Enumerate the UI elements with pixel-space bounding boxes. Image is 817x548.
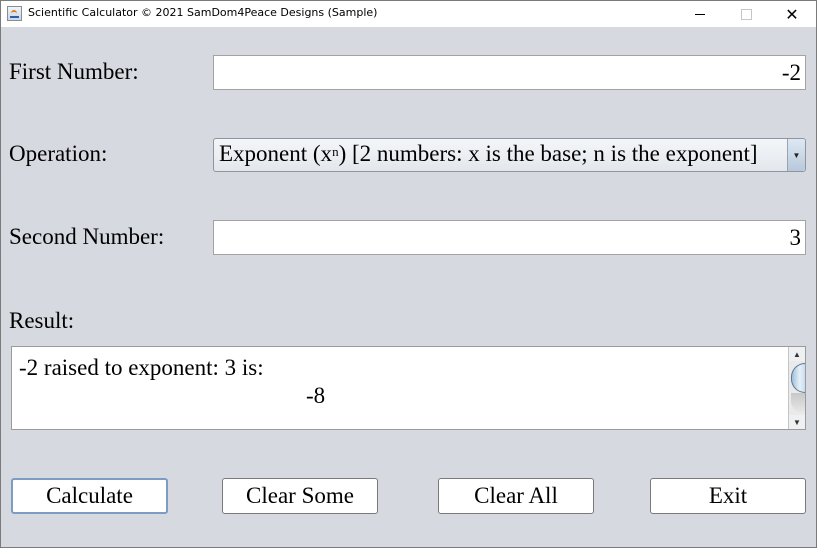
- chevron-down-icon[interactable]: ▼: [787, 139, 805, 171]
- second-number-label: Second Number:: [9, 224, 165, 249]
- window-title: Scientific Calculator © 2021 SamDom4Peac…: [28, 6, 378, 19]
- operation-dropdown[interactable]: Exponent (xn) [2 numbers: x is the base;…: [213, 138, 806, 172]
- minimize-button[interactable]: [677, 1, 723, 27]
- clear-all-button[interactable]: Clear All: [438, 478, 594, 514]
- title-bar: Scientific Calculator © 2021 SamDom4Peac…: [1, 1, 816, 27]
- second-number-input[interactable]: 3: [213, 220, 806, 255]
- maximize-button[interactable]: [723, 1, 769, 27]
- maximize-icon: [740, 8, 752, 20]
- scroll-up-icon[interactable]: ▲: [789, 347, 805, 361]
- operation-label: Operation:: [9, 141, 108, 166]
- scroll-down-icon[interactable]: ▼: [789, 415, 805, 429]
- exit-button[interactable]: Exit: [650, 478, 806, 514]
- calculator-window: Scientific Calculator © 2021 SamDom4Peac…: [0, 0, 817, 548]
- vertical-scrollbar[interactable]: ▲ ▼: [788, 347, 805, 429]
- result-text-line2: -8: [306, 383, 326, 408]
- operation-selected-value: Exponent (xn) [2 numbers: x is the base;…: [219, 141, 758, 166]
- close-button[interactable]: ✕: [769, 1, 815, 27]
- first-number-label: First Number:: [9, 59, 139, 84]
- scroll-thumb-lower: [791, 393, 805, 413]
- calculate-button[interactable]: Calculate: [11, 478, 168, 514]
- close-icon: ✕: [785, 4, 799, 24]
- minimize-icon: [695, 13, 705, 15]
- clear-some-button[interactable]: Clear Some: [222, 478, 378, 514]
- result-text-line1: -2 raised to exponent: 3 is:: [19, 355, 264, 380]
- scroll-thumb[interactable]: [791, 363, 805, 393]
- first-number-input[interactable]: -2: [213, 55, 806, 90]
- result-label: Result:: [9, 308, 75, 333]
- result-textarea[interactable]: -2 raised to exponent: 3 is: -8 ▲ ▼: [11, 346, 806, 430]
- java-app-icon: [7, 6, 22, 21]
